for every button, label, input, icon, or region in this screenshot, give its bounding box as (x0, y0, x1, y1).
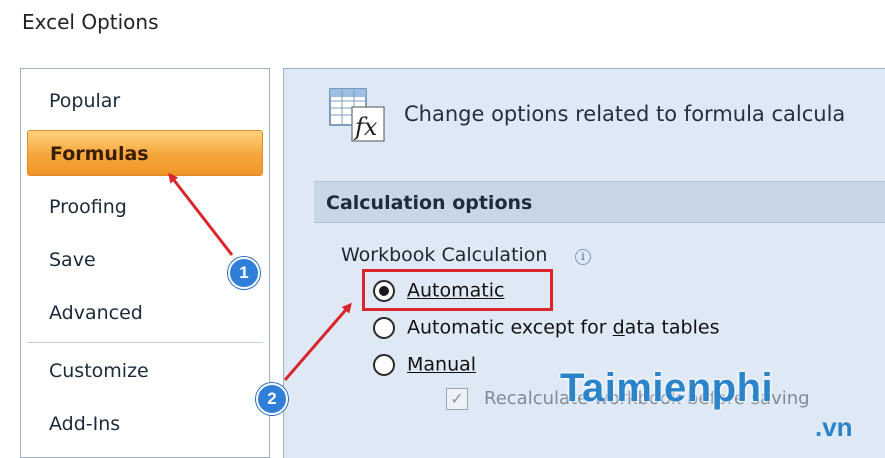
radio-label-accesskey: d (612, 316, 625, 339)
panel-header-text: Change options related to formula calcul… (404, 102, 846, 126)
svg-text:fx: fx (353, 113, 378, 141)
info-icon[interactable]: i (575, 249, 591, 265)
sidebar-divider (27, 342, 263, 343)
sidebar-item-advanced[interactable]: Advanced (27, 290, 263, 336)
radio-automatic-except-data-tables[interactable]: Automatic except for data tables (373, 312, 719, 342)
highlight-automatic-box (362, 269, 553, 311)
sidebar-item-add-ins[interactable]: Add-Ins (27, 401, 263, 447)
radio-manual-label: Manual (407, 353, 477, 376)
step-badge-2: 2 (256, 383, 288, 415)
radio-automatic-except-label: Automatic except for data tables (407, 317, 719, 339)
radio-label-part: Automatic except for (407, 316, 613, 339)
radio-manual-circle[interactable] (373, 353, 395, 376)
sidebar-item-customize[interactable]: Customize (27, 348, 263, 394)
window-title: Excel Options (22, 10, 159, 34)
sidebar-item-formulas[interactable]: Formulas (27, 130, 263, 176)
workbook-calculation-label: Workbook Calculation (341, 244, 548, 266)
radio-manual[interactable]: Manual (373, 349, 476, 379)
sidebar-item-popular[interactable]: Popular (27, 78, 263, 124)
radio-automatic-except-circle[interactable] (373, 316, 395, 339)
watermark-logo: Taimienphi (560, 366, 774, 410)
radio-label-part: ata tables (624, 316, 720, 339)
formula-fx-icon: fx (329, 88, 385, 142)
checkbox-check-icon[interactable]: ✓ (446, 388, 468, 410)
sidebar-item-proofing[interactable]: Proofing (27, 184, 263, 230)
section-title-calculation-options: Calculation options (314, 181, 885, 223)
step-badge-1: 1 (228, 257, 260, 289)
watermark-logo-suffix: .vn (815, 412, 853, 442)
